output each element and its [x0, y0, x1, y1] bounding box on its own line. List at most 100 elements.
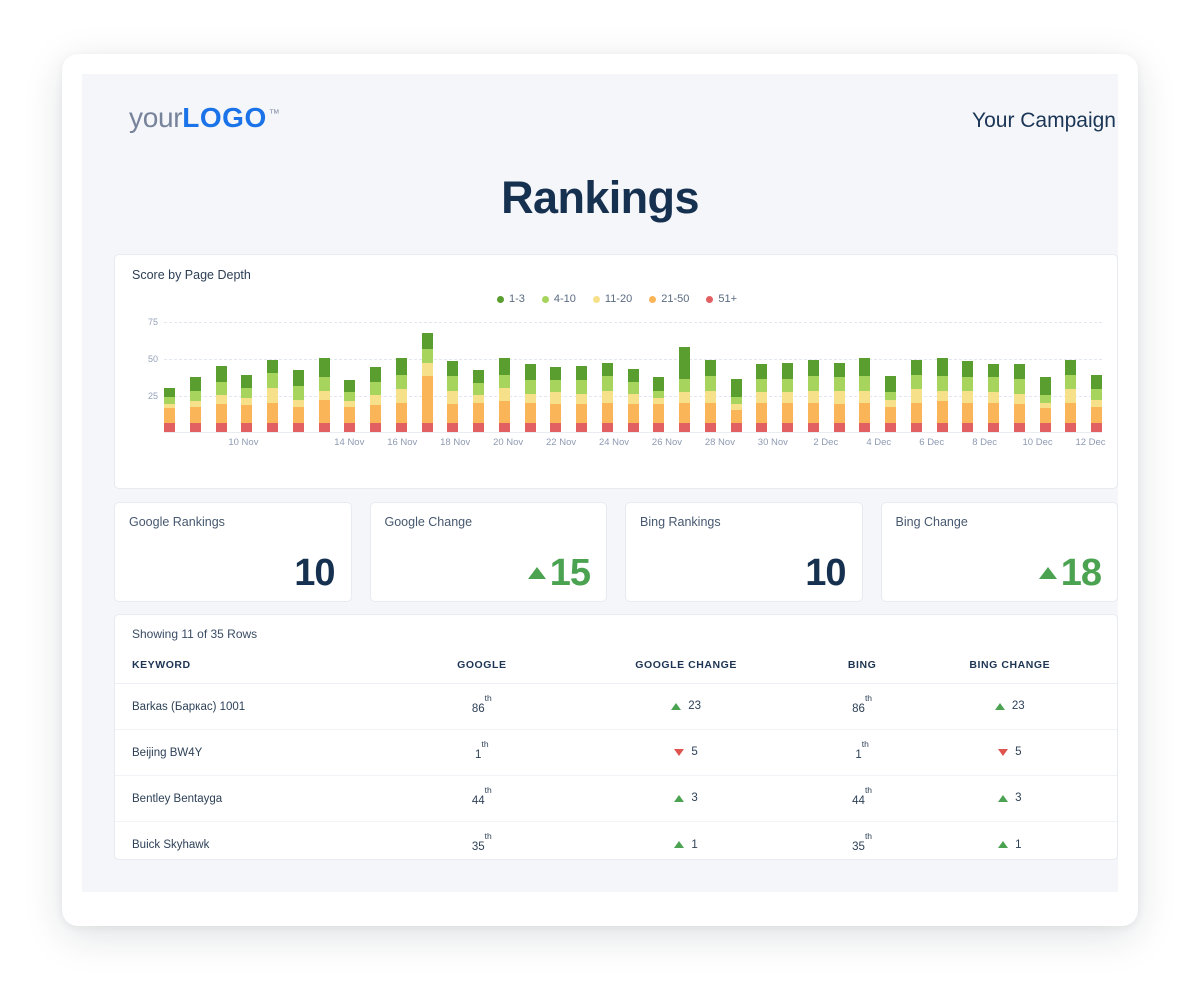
chart-bar-segment [576, 393, 587, 404]
logo-text-your: your [129, 102, 183, 133]
chart-bar[interactable] [782, 362, 793, 432]
chart-bar[interactable] [936, 358, 948, 432]
chart-bar[interactable] [988, 364, 999, 432]
chart-bar-segment [1039, 408, 1051, 424]
column-header-google-change[interactable]: GOOGLE CHANGE [548, 651, 824, 684]
rank-ordinal-suffix: th [861, 739, 869, 750]
chart-bar[interactable] [267, 359, 278, 432]
chart-bar[interactable] [833, 362, 845, 432]
chart-bar-segment [164, 387, 175, 397]
chart-bar-segment [601, 375, 613, 391]
logo[interactable]: yourLOGO ™ [129, 102, 280, 134]
chart-bar[interactable] [370, 367, 381, 432]
chart-bar[interactable] [1065, 359, 1077, 432]
chart-bar[interactable] [395, 358, 407, 432]
legend-item[interactable]: 21-50 [649, 293, 689, 305]
x-axis-tick-label: 8 Dec [972, 437, 998, 448]
legend-color-dot-icon [541, 295, 549, 303]
chart-bar[interactable] [421, 333, 433, 432]
chart-bar[interactable] [292, 370, 304, 432]
chart-bar[interactable] [627, 368, 639, 432]
chart-bar[interactable] [679, 346, 690, 432]
kpi-card[interactable]: Google Rankings 10 [114, 502, 352, 602]
legend-item[interactable]: 1-3 [496, 293, 525, 305]
chart-bar[interactable] [473, 370, 484, 432]
chart-axis-line [164, 432, 1102, 433]
kpi-card[interactable]: Google Change 15 [369, 502, 607, 602]
chart-bar-segment [421, 333, 433, 350]
chart-bar[interactable] [550, 367, 562, 432]
chart-bar-segment [292, 406, 304, 424]
chart-bar[interactable] [859, 358, 871, 432]
column-header-google[interactable]: GOOGLE [415, 651, 549, 684]
chart-bar-segment [962, 390, 974, 403]
legend-label: 1-3 [508, 293, 525, 305]
chart-bar[interactable] [756, 364, 768, 432]
chart-bar-segment [730, 396, 742, 404]
chart-bar-segment [292, 423, 304, 432]
table-row[interactable]: Beijing BW4Y 1th 5 1th 5 [115, 729, 1117, 776]
change-indicator: 1 [674, 839, 698, 851]
chart-bar-segment [395, 374, 407, 390]
chart-bar-segment [936, 401, 948, 424]
chart-bar-segment [962, 423, 974, 432]
chart-bar-segment [215, 365, 227, 382]
chart-bar[interactable] [1039, 377, 1051, 432]
table-row[interactable]: Bentley Bentayga 44th 3 44th 3 [115, 775, 1117, 822]
kpi-card[interactable]: Bing Rankings 10 [625, 502, 863, 602]
chart-bar-segment [395, 358, 407, 375]
chart-bar-segment [833, 362, 845, 378]
chart-bar[interactable] [344, 380, 356, 432]
chart-bar-segment [421, 375, 433, 424]
x-axis-tick-label: 6 Dec [919, 437, 945, 448]
chart-bar-segment [653, 423, 665, 432]
chart-bar[interactable] [962, 361, 974, 432]
chart-bar[interactable] [704, 359, 716, 432]
y-axis-tick-label: 25 [147, 391, 158, 402]
trend-down-icon [674, 748, 685, 756]
legend-item[interactable]: 4-10 [541, 293, 576, 305]
chart-bar[interactable] [576, 365, 587, 432]
legend-label: 51+ [718, 293, 738, 305]
chart-bar-segment [885, 423, 896, 432]
chart-bar[interactable] [164, 387, 175, 432]
column-header-keyword[interactable]: KEYWORD [115, 651, 415, 684]
chart-bar[interactable] [730, 378, 742, 432]
column-header-bing-change[interactable]: BING CHANGE [900, 651, 1117, 684]
chart-bar-segment [344, 423, 356, 432]
chart-bar[interactable] [318, 358, 330, 432]
chart-bar[interactable] [601, 362, 613, 432]
chart-bar-segment [601, 362, 613, 376]
chart-bar[interactable] [653, 377, 665, 432]
chart-bar[interactable] [215, 365, 227, 432]
chart-bar[interactable] [910, 359, 922, 432]
chart-bar[interactable] [1013, 364, 1025, 432]
chart-bar[interactable] [807, 359, 819, 432]
table-row[interactable]: Barkas (Баркас) 1001 86th 23 86th 23 [115, 683, 1117, 730]
chart-bar[interactable] [241, 374, 253, 432]
chart-bar[interactable] [524, 364, 536, 432]
table-head: KEYWORD GOOGLE GOOGLE CHANGE BING BING C… [115, 651, 1117, 684]
logo-text-logo: LOGO [182, 102, 267, 133]
trend-up-icon [671, 702, 682, 710]
chart-bar-segment [859, 402, 871, 424]
chart-bar-segment [910, 402, 922, 424]
column-header-bing[interactable]: BING [823, 651, 901, 684]
rank-ordinal-suffix: th [864, 693, 873, 704]
chart-bar-segment [782, 392, 793, 403]
table-row[interactable]: Buick Skyhawk 35th 1 35th 1 [115, 822, 1117, 860]
legend-item[interactable]: 11-20 [592, 293, 632, 305]
chart-bar-segment [627, 393, 639, 404]
chart-bar[interactable] [189, 377, 201, 432]
chart-bar[interactable] [447, 361, 459, 432]
chart-bar-segment [730, 378, 742, 397]
chart-bar-segment [601, 423, 613, 432]
chart-bar[interactable] [1091, 374, 1102, 432]
chart-bar[interactable] [885, 375, 896, 432]
chart-bar[interactable] [498, 358, 510, 432]
chart-bar-segment [1091, 406, 1102, 424]
legend-item[interactable]: 51+ [706, 293, 737, 305]
change-indicator: 3 [998, 792, 1021, 804]
chart-bar-segment [318, 399, 330, 424]
kpi-card[interactable]: Bing Change 18 [880, 502, 1118, 602]
